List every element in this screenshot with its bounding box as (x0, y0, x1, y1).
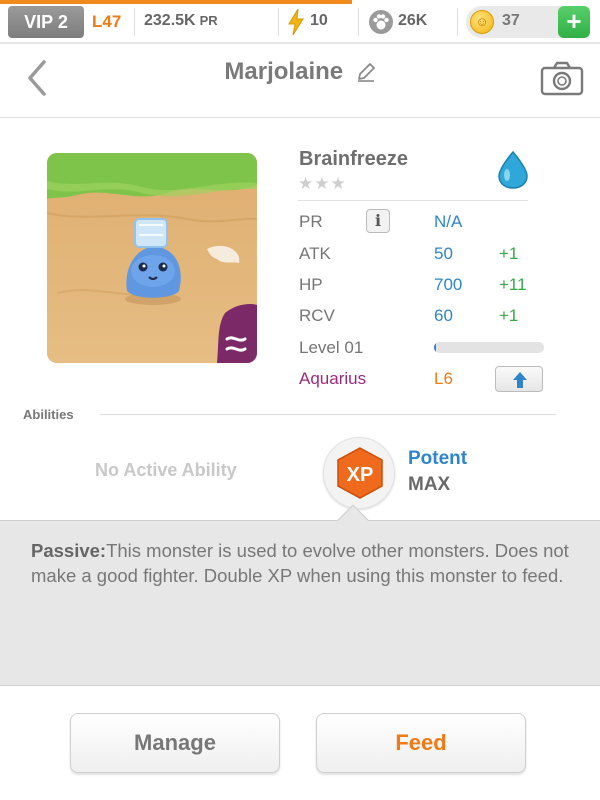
vip-badge[interactable]: VIP 2 (8, 6, 84, 38)
upgrade-zodiac-button[interactable] (495, 366, 543, 392)
rcv-bonus: +1 (499, 306, 519, 325)
zodiac-level: L6 (434, 369, 453, 388)
monster-portrait[interactable] (47, 153, 257, 363)
pr-label: PR (299, 212, 323, 231)
power-rating: 232.5K PR (144, 12, 218, 30)
pr-value: N/A (434, 212, 463, 231)
energy-icon (288, 8, 304, 40)
power-rating-value: 232.5K (144, 12, 196, 29)
level-progress-fill (434, 342, 437, 353)
xp-hexagon-icon: XP (337, 447, 383, 499)
divider (298, 200, 528, 201)
player-level: L47 (92, 12, 122, 31)
coin-balance: ☺ 37 + (466, 6, 590, 38)
passive-ability-badge[interactable]: XP (323, 437, 395, 509)
rcv-label: RCV (299, 306, 335, 325)
atk-bonus: +1 (499, 244, 519, 263)
hp-label: HP (299, 275, 323, 294)
divider (358, 8, 359, 36)
manage-button[interactable]: Manage (70, 713, 280, 773)
edit-name-button[interactable] (356, 62, 376, 87)
level-label: Level 01 (299, 338, 364, 357)
divider (457, 8, 458, 36)
rcv-value: 60 (434, 306, 453, 325)
passive-text: This monster is used to evolve other mon… (31, 540, 569, 586)
xp-accent-bar (0, 0, 352, 4)
monster-image (47, 153, 257, 363)
arrow-up-icon (513, 372, 527, 388)
water-element-icon (496, 150, 530, 195)
hp-value: 700 (434, 275, 463, 294)
feed-button[interactable]: Feed (316, 713, 526, 773)
star-rating: ★★★ (298, 174, 347, 193)
abilities-heading: Abilities (23, 407, 74, 422)
title-area: Marjolaine (0, 58, 600, 87)
zodiac-sign: Aquarius (299, 369, 367, 388)
passive-ability-name: Potent (408, 448, 468, 469)
page-header: Marjolaine (0, 46, 600, 118)
passive-prefix: Passive: (31, 540, 107, 561)
coin-icon: ☺ (470, 10, 494, 34)
energy-count: 10 (310, 12, 328, 29)
atk-label: ATK (299, 244, 331, 263)
monster-name: Brainfreeze (299, 148, 408, 170)
add-coins-button[interactable]: + (558, 6, 590, 38)
atk-value: 50 (434, 244, 453, 263)
pencil-icon (357, 63, 375, 83)
power-rating-unit: PR (199, 13, 218, 28)
info-button[interactable]: i (366, 209, 390, 233)
food-icon (368, 9, 394, 40)
divider (100, 414, 556, 415)
status-bar: VIP 2 L47 232.5K PR 10 26K ☺ 37 + (0, 0, 600, 44)
level-progress-bar (434, 342, 544, 353)
xp-badge-text: XP (347, 464, 374, 486)
page-title: Marjolaine (224, 58, 344, 85)
camera-button[interactable] (540, 60, 584, 96)
divider (134, 8, 135, 36)
camera-icon (540, 61, 584, 96)
passive-ability-level: MAX (408, 474, 451, 495)
active-ability-text: No Active Ability (95, 460, 237, 480)
passive-description: Passive:This monster is used to evolve o… (31, 538, 581, 588)
food-count: 26K (398, 12, 428, 29)
divider (278, 8, 279, 36)
coin-count: 37 (502, 12, 520, 29)
hp-bonus: +11 (499, 275, 527, 294)
